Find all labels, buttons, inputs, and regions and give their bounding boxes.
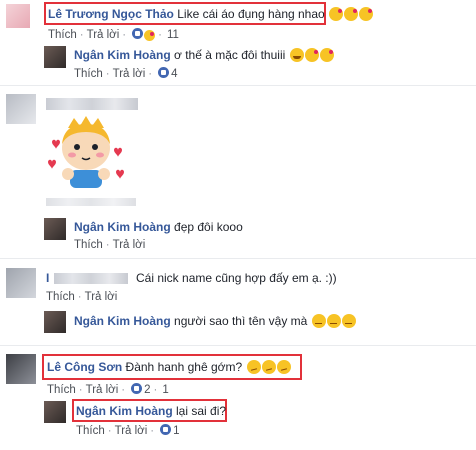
- like-link[interactable]: Thích: [46, 291, 75, 303]
- comment-text: đẹp đôi kooo: [174, 220, 243, 234]
- comment-text: người sao thì tên vậy mà: [174, 314, 308, 328]
- avatar-ngan-kim-hoang[interactable]: [44, 218, 66, 240]
- reply-link[interactable]: Trả lời: [113, 68, 146, 80]
- reply-link[interactable]: Trả lời: [86, 384, 119, 396]
- comment-actions: Thích · Trả lời: [74, 239, 146, 251]
- kiss-emoji: [304, 48, 319, 62]
- comment-text: lại sai đi?: [176, 404, 227, 418]
- comment-actions: Thích · Trả lời · 2 · 1: [47, 383, 169, 396]
- divider: [0, 345, 476, 346]
- avatar-ngan-kim-hoang[interactable]: [44, 311, 66, 333]
- confused-emoji: [276, 360, 291, 374]
- comment-6: Ngân Kim Hoàng người sao thì tên vậy mà: [74, 313, 356, 329]
- smirk-emoji: [311, 314, 326, 328]
- avatar-le-cong-son[interactable]: [6, 354, 36, 384]
- kiss-emoji: [329, 7, 344, 21]
- commenter-name[interactable]: Ngân Kim Hoàng: [74, 220, 171, 234]
- comment-2: Ngân Kim Hoàng ơ thế à mặc đôi thuiii: [74, 47, 334, 63]
- comment-text: ơ thế à mặc đôi thuiii: [174, 48, 286, 62]
- comment-text: Đành hanh ghê gớm?: [125, 360, 243, 374]
- commenter-name[interactable]: I: [46, 271, 49, 285]
- commenter-name[interactable]: Ngân Kim Hoàng: [76, 404, 173, 418]
- avatar-blurred[interactable]: [6, 268, 36, 298]
- avatar-le-truong-ngoc-thao[interactable]: [6, 4, 30, 28]
- like-count[interactable]: 4: [171, 68, 177, 80]
- reply-link[interactable]: Trả lời: [87, 29, 120, 41]
- comment-5-text: Cái nick name cũng hợp đấy em ạ. :)): [136, 270, 337, 286]
- kiss-emoji: [359, 7, 374, 21]
- blurred-name: [54, 273, 128, 284]
- divider: [0, 258, 476, 259]
- comment-7: Lê Công Sơn Đành hanh ghê gớm?: [47, 359, 291, 375]
- commenter-name[interactable]: Ngân Kim Hoàng: [74, 48, 171, 62]
- reply-link[interactable]: Trả lời: [115, 425, 148, 437]
- confused-emoji: [246, 360, 261, 374]
- like-link[interactable]: Thích: [74, 239, 103, 251]
- comment-8: Ngân Kim Hoàng lại sai đi?: [76, 403, 226, 419]
- like-icon: [131, 383, 143, 394]
- avatar-blurred[interactable]: [6, 94, 36, 124]
- like-link[interactable]: Thích: [48, 29, 77, 41]
- comment-4: Ngân Kim Hoàng đẹp đôi kooo: [74, 219, 243, 235]
- like-icon: [160, 424, 172, 435]
- like-link[interactable]: Thích: [47, 384, 76, 396]
- laugh-emoji: [289, 48, 304, 62]
- kiss-emoji: [319, 48, 334, 62]
- comment-actions: Thích · Trả lời: [46, 291, 118, 303]
- like-link[interactable]: Thích: [74, 68, 103, 80]
- comment-actions: Thích · Trả lời · 1: [76, 424, 180, 437]
- kiss-emoji: [144, 30, 156, 41]
- avatar-ngan-kim-hoang[interactable]: [44, 401, 66, 423]
- cartoon-boy-hearts-sticker: [48, 116, 124, 188]
- comment-1: Lê Trương Ngọc Thảo Like cái áo đụng hàn…: [48, 6, 374, 22]
- reply-count[interactable]: 1: [162, 384, 168, 396]
- comment-text: Cái nick name cũng hợp đấy em ạ. :)): [136, 271, 337, 285]
- blurred-name: [46, 98, 138, 110]
- commenter-name[interactable]: Lê Công Sơn: [47, 360, 122, 374]
- commenter-name[interactable]: Ngân Kim Hoàng: [74, 314, 171, 328]
- smirk-emoji: [326, 314, 341, 328]
- confused-emoji: [261, 360, 276, 374]
- divider: [0, 85, 476, 86]
- like-count[interactable]: 2: [144, 384, 150, 396]
- comment-actions: Thích · Trả lời · · 11: [48, 28, 179, 41]
- smirk-emoji: [341, 314, 356, 328]
- like-icon: [158, 67, 170, 78]
- commenter-name[interactable]: Lê Trương Ngọc Thảo: [48, 7, 174, 21]
- comment-actions: Thích · Trả lời · 4: [74, 67, 178, 80]
- reply-link[interactable]: Trả lời: [85, 291, 118, 303]
- reply-link[interactable]: Trả lời: [113, 239, 146, 251]
- like-count[interactable]: 11: [167, 29, 179, 41]
- like-count[interactable]: 1: [173, 425, 179, 437]
- avatar-ngan-kim-hoang[interactable]: [44, 46, 66, 68]
- comment-text: Like cái áo đụng hàng nhao: [177, 7, 325, 21]
- blurred-actions: [46, 198, 136, 206]
- comment-5: I: [46, 270, 49, 286]
- like-link[interactable]: Thích: [76, 425, 105, 437]
- kiss-emoji: [344, 7, 359, 21]
- like-icon: [132, 28, 144, 39]
